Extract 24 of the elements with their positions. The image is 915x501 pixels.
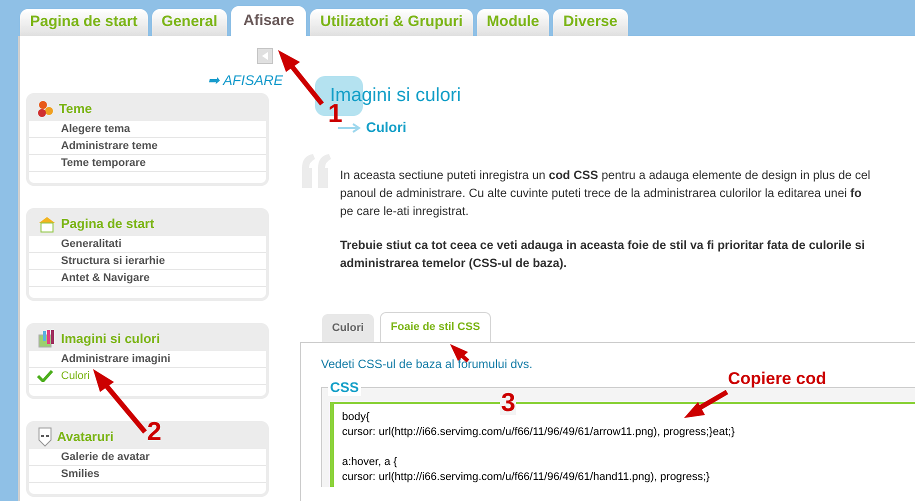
base-css-link[interactable]: Vedeti CSS-ul de baza al forumului dvs. [321, 355, 532, 373]
sidebar-link[interactable]: Generalitati [61, 236, 122, 252]
code-line: a:hover, a { [342, 455, 398, 470]
panel-title: Pagina de start [61, 214, 154, 233]
panel-title: Teme [59, 100, 92, 118]
panel-title: Imagini si culori [61, 330, 160, 348]
panel-title: Avataruri [57, 428, 114, 446]
tab[interactable]: Culori [322, 314, 374, 342]
tab[interactable]: Afisare [231, 6, 306, 36]
annotation-label: 2 [147, 418, 162, 444]
sidebar-link[interactable]: Smilies [61, 466, 100, 482]
sidebar-link[interactable]: Structura si ierarhie [61, 252, 165, 270]
sidebar-link[interactable]: Alegere tema [61, 120, 130, 138]
sidebar-link[interactable]: Administrare teme [61, 138, 158, 154]
annotation-label: Copiere cod [728, 370, 826, 387]
paragraph: In aceasta sectiune puteti inregistra un cod CSS pentru a adauga elemente de design in plus de cel panoul de administrare. Cu alte cuvinte puteti trece de la administrarea culorilor la editarea unei fo pe care le-ati inregistrat. [340, 167, 872, 220]
sidebar-link[interactable]: Antet & Navigare [61, 270, 150, 286]
code-line: body{ [342, 410, 370, 425]
sidebar-link[interactable]: Teme temporare [61, 154, 146, 172]
sidebar-link[interactable]: Administrare imagini [61, 350, 170, 368]
paragraph: Trebuie stiut ca tot ceea ce veti adauga in aceasta foie de stil va fi prioritar fata de culorile si administrarea temelor (CSS-ul de baza). [340, 237, 866, 272]
code-line: cursor: url(http://i66.servimg.com/u/f66/11/96/49/61/arrow11.png), progress;}eat;} [342, 425, 735, 440]
code-line: cursor: url(http://i66.servimg.com/u/f66/11/96/49/61/hand11.png), progress;} [342, 470, 710, 485]
sidebar-link[interactable]: Galerie de avatar [61, 448, 150, 466]
